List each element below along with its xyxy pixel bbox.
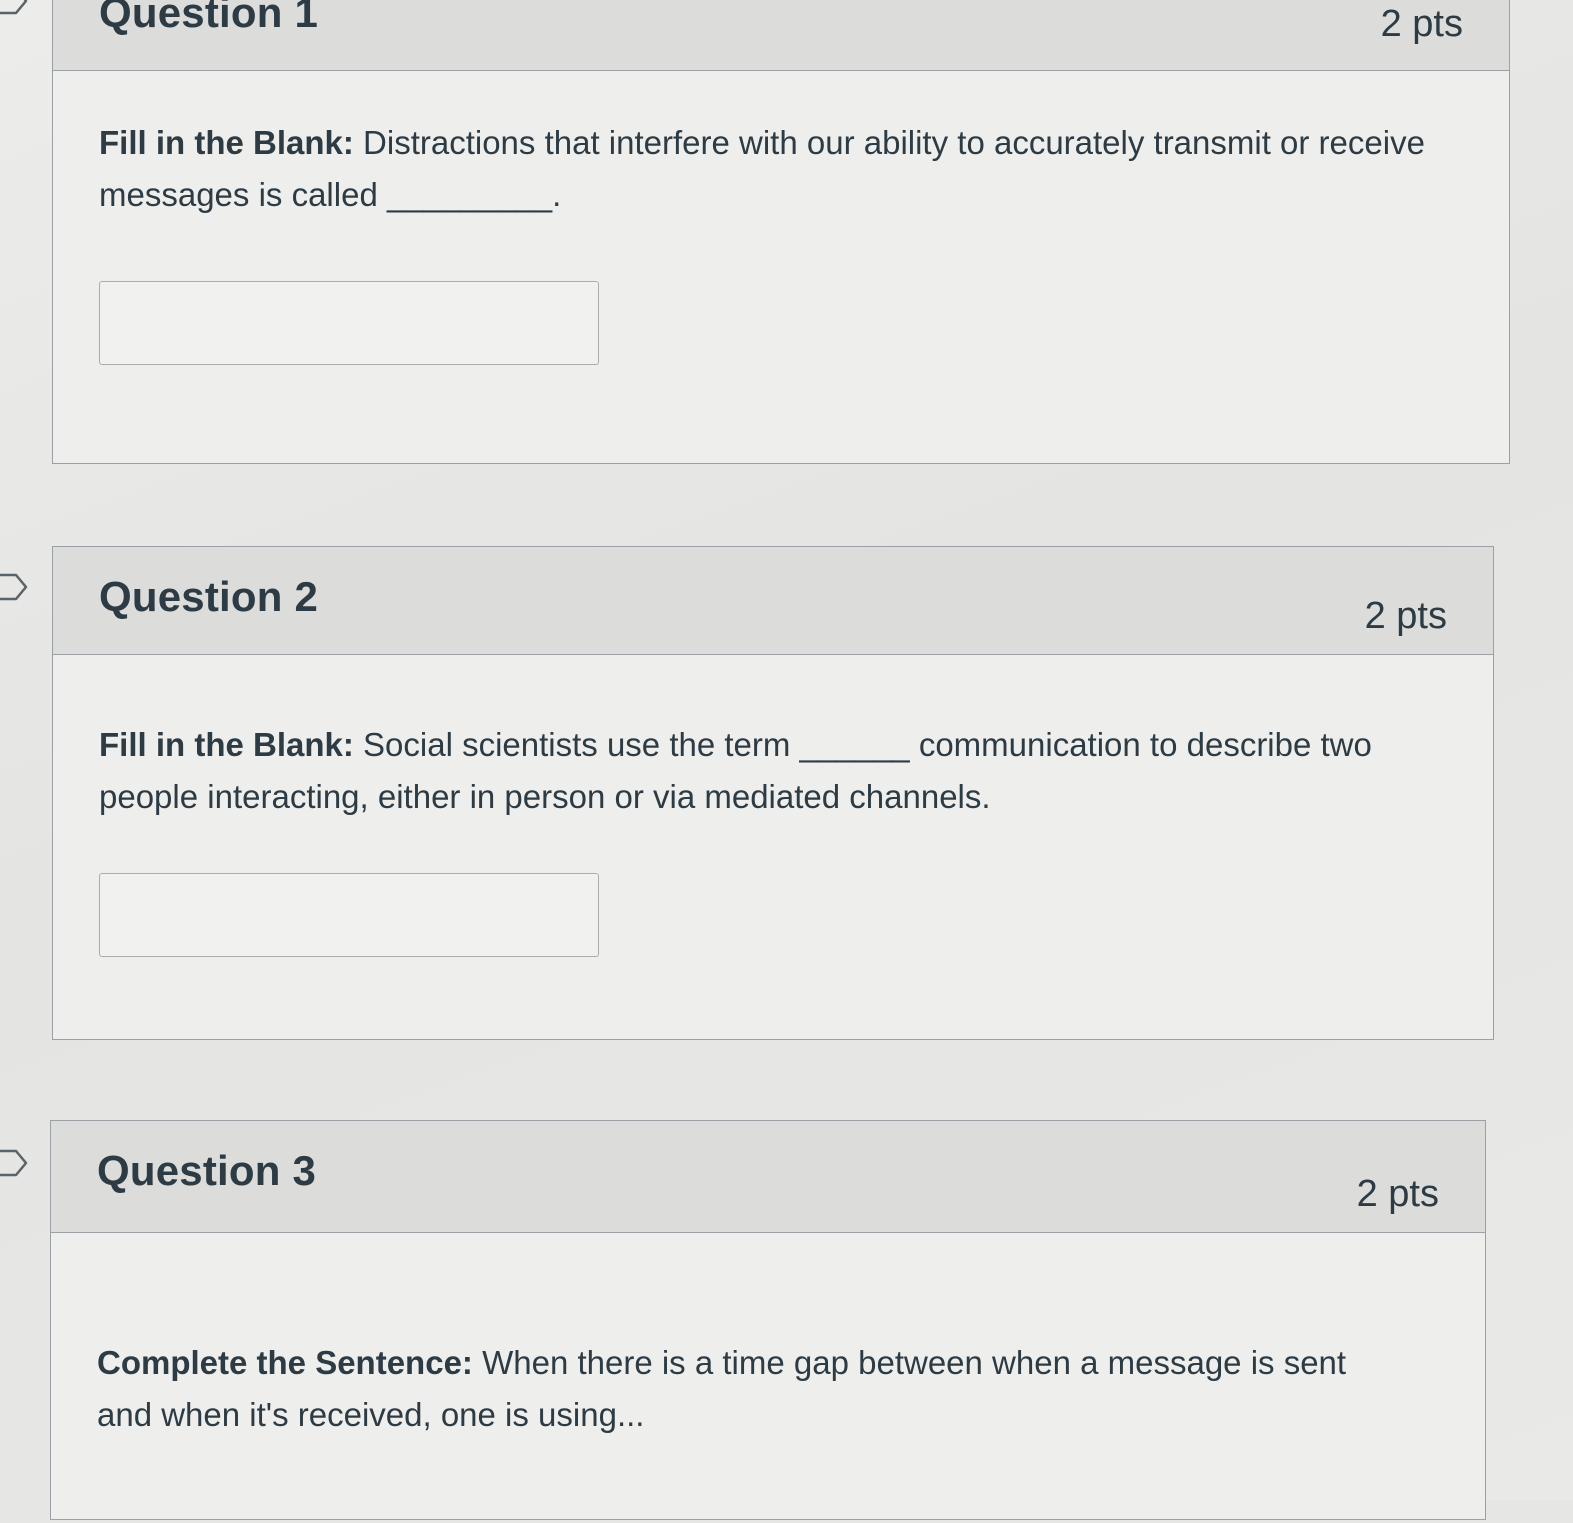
- question-title: Question 1: [99, 0, 319, 36]
- question-text: Fill in the Blank: Distractions that int…: [99, 117, 1449, 221]
- question-lead: Complete the Sentence:: [97, 1344, 473, 1381]
- question-points: 2 pts: [1380, 3, 1463, 45]
- question-body: Complete the Sentence: When there is a t…: [51, 1233, 1485, 1523]
- question-points: 2 pts: [1356, 1173, 1439, 1215]
- question-body: Fill in the Blank: Distractions that int…: [53, 71, 1509, 463]
- question-header: Question 2 2 pts: [53, 547, 1493, 655]
- question-body: Fill in the Blank: Social scientists use…: [53, 655, 1493, 1039]
- answer-input[interactable]: [99, 281, 599, 365]
- question-card-1: Question 1 2 pts Fill in the Blank: Dist…: [52, 0, 1510, 464]
- question-text: Fill in the Blank: Social scientists use…: [99, 719, 1433, 823]
- question-lead: Fill in the Blank:: [99, 726, 354, 763]
- question-card-2: Question 2 2 pts Fill in the Blank: Soci…: [52, 546, 1494, 1040]
- question-text: Complete the Sentence: When there is a t…: [97, 1337, 1395, 1441]
- question-header: Question 1 2 pts: [53, 0, 1509, 71]
- question-card-3: Question 3 2 pts Complete the Sentence: …: [50, 1120, 1486, 1520]
- question-title: Question 2: [99, 573, 319, 620]
- answer-input[interactable]: [99, 873, 599, 957]
- question-title: Question 3: [97, 1147, 317, 1194]
- question-points: 2 pts: [1364, 595, 1447, 637]
- question-lead: Fill in the Blank:: [99, 124, 354, 161]
- question-header: Question 3 2 pts: [51, 1121, 1485, 1233]
- flag-question-icon[interactable]: [0, 0, 30, 16]
- flag-question-icon[interactable]: [0, 1148, 30, 1178]
- flag-question-icon[interactable]: [0, 572, 30, 602]
- quiz-page: Question 1 2 pts Fill in the Blank: Dist…: [0, 0, 1573, 1520]
